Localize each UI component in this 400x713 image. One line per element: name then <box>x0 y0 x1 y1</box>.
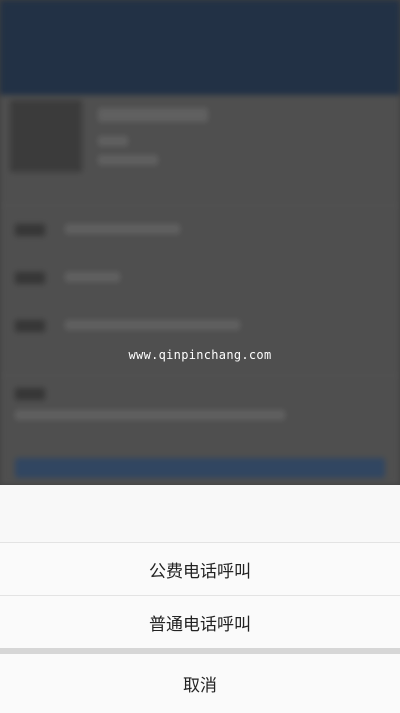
dim-overlay[interactable] <box>0 0 400 485</box>
watermark: www.qinpinchang.com <box>128 348 272 362</box>
normal-call-option[interactable]: 普通电话呼叫 <box>0 595 400 648</box>
action-sheet: 公费电话呼叫 普通电话呼叫 取消 <box>0 485 400 713</box>
action-sheet-header <box>0 485 400 542</box>
public-call-option[interactable]: 公费电话呼叫 <box>0 542 400 595</box>
cancel-button[interactable]: 取消 <box>0 654 400 713</box>
